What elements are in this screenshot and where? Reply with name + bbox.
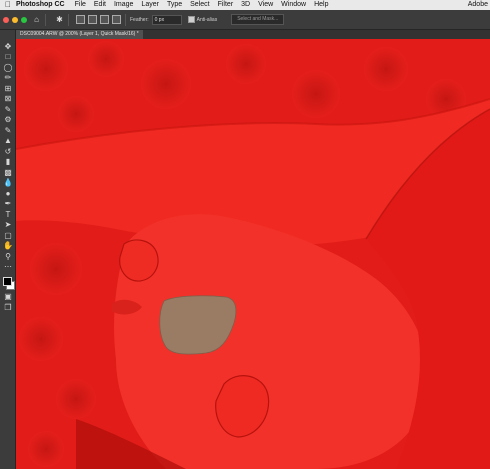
menu-3d[interactable]: 3D <box>241 0 250 10</box>
zoom-window-button[interactable] <box>21 16 27 23</box>
add-to-selection-button[interactable] <box>88 15 97 24</box>
app-name-menu[interactable]: Photoshop CC <box>16 0 65 10</box>
menu-image[interactable]: Image <box>114 0 133 10</box>
menu-adobe-status: Adobe <box>467 1 488 8</box>
nose-shape <box>119 239 159 282</box>
document-tab-bar: DSC09004.ARW @ 200% (Layer 1, Quick Mask… <box>16 30 490 39</box>
select-and-mask-button[interactable]: Select and Mask... <box>231 14 285 25</box>
clone-stamp-icon[interactable]: ▲ <box>3 136 13 145</box>
gradient-tool-icon[interactable]: ▩ <box>3 168 13 177</box>
frame-tool-icon[interactable]: ⊠ <box>3 94 13 103</box>
separator <box>68 13 69 26</box>
home-icon[interactable]: ⌂ <box>32 15 41 24</box>
screen-mode-icon[interactable]: ❐ <box>3 303 13 312</box>
feather-label: Feather: <box>130 16 149 23</box>
antialias-label: Anti-alias <box>196 16 218 23</box>
minimize-window-button[interactable] <box>12 16 18 23</box>
quick-mask-icon[interactable]: ▣ <box>3 292 13 301</box>
feather-input[interactable]: 0 px <box>151 14 182 25</box>
menu-type[interactable]: Type <box>167 0 182 10</box>
quick-selection-tool-icon[interactable]: ✏ <box>3 73 13 82</box>
tools-panel: ✥ □ ◯ ✏ ⊞ ⊠ ✎ ⚙ ✎ ▲ ↺ ▮ ▩ 💧 ● ✒ T ➤ ▢ ✋ … <box>0 30 16 469</box>
zoom-tool-icon[interactable]: ⚲ <box>3 252 13 261</box>
menu-select[interactable]: Select <box>190 0 209 10</box>
separator <box>45 13 46 26</box>
foreground-color-swatch[interactable] <box>3 277 12 286</box>
history-brush-icon[interactable]: ↺ <box>3 147 13 156</box>
intersect-selection-button[interactable] <box>112 15 121 24</box>
move-tool-icon[interactable]: ✥ <box>3 42 13 51</box>
eyedropper-tool-icon[interactable]: ✎ <box>3 105 13 114</box>
subtract-from-selection-button[interactable] <box>100 15 109 24</box>
antialias-checkbox[interactable] <box>187 16 195 23</box>
hand-tool-icon[interactable]: ✋ <box>3 241 13 250</box>
dodge-tool-icon[interactable]: ● <box>3 189 13 198</box>
healing-brush-icon[interactable]: ⚙ <box>3 115 13 124</box>
apple-icon[interactable]:  <box>0 0 16 10</box>
menu-view[interactable]: View <box>258 0 273 10</box>
brush-tool-icon[interactable]: ✎ <box>3 126 13 135</box>
more-tools-icon[interactable]: ⋯ <box>3 262 13 271</box>
type-tool-icon[interactable]: T <box>3 210 13 219</box>
rectangle-tool-icon[interactable]: ▢ <box>3 231 13 240</box>
menu-layer[interactable]: Layer <box>141 0 159 10</box>
eraser-tool-icon[interactable]: ▮ <box>3 157 13 166</box>
quick-mask-image <box>16 39 490 469</box>
document-tab[interactable]: DSC09004.ARW @ 200% (Layer 1, Quick Mask… <box>16 30 143 39</box>
document-canvas[interactable] <box>16 39 490 469</box>
options-bar: ⌂ ✱ Feather: 0 px Anti-alias Select and … <box>0 10 490 30</box>
menu-edit[interactable]: Edit <box>94 0 106 10</box>
new-selection-button[interactable] <box>76 15 85 24</box>
blur-tool-icon[interactable]: 💧 <box>3 178 13 187</box>
menu-window[interactable]: Window <box>281 0 306 10</box>
close-window-button[interactable] <box>3 16 9 23</box>
menu-bar:  Photoshop CC File Edit Image Layer Typ… <box>0 0 490 10</box>
pen-tool-icon[interactable]: ✒ <box>3 199 13 208</box>
menu-filter[interactable]: Filter <box>218 0 234 10</box>
document-tab-title: DSC09004.ARW @ 200% (Layer 1, Quick Mask… <box>20 31 139 37</box>
lasso-tool-preset-icon[interactable]: ✱ <box>55 15 64 24</box>
lasso-tool-icon[interactable]: ◯ <box>3 63 13 72</box>
separator <box>125 13 126 26</box>
marquee-tool-icon[interactable]: □ <box>3 52 13 61</box>
menu-help[interactable]: Help <box>314 0 328 10</box>
path-selection-icon[interactable]: ➤ <box>3 220 13 229</box>
crop-tool-icon[interactable]: ⊞ <box>3 84 13 93</box>
menu-file[interactable]: File <box>75 0 86 10</box>
